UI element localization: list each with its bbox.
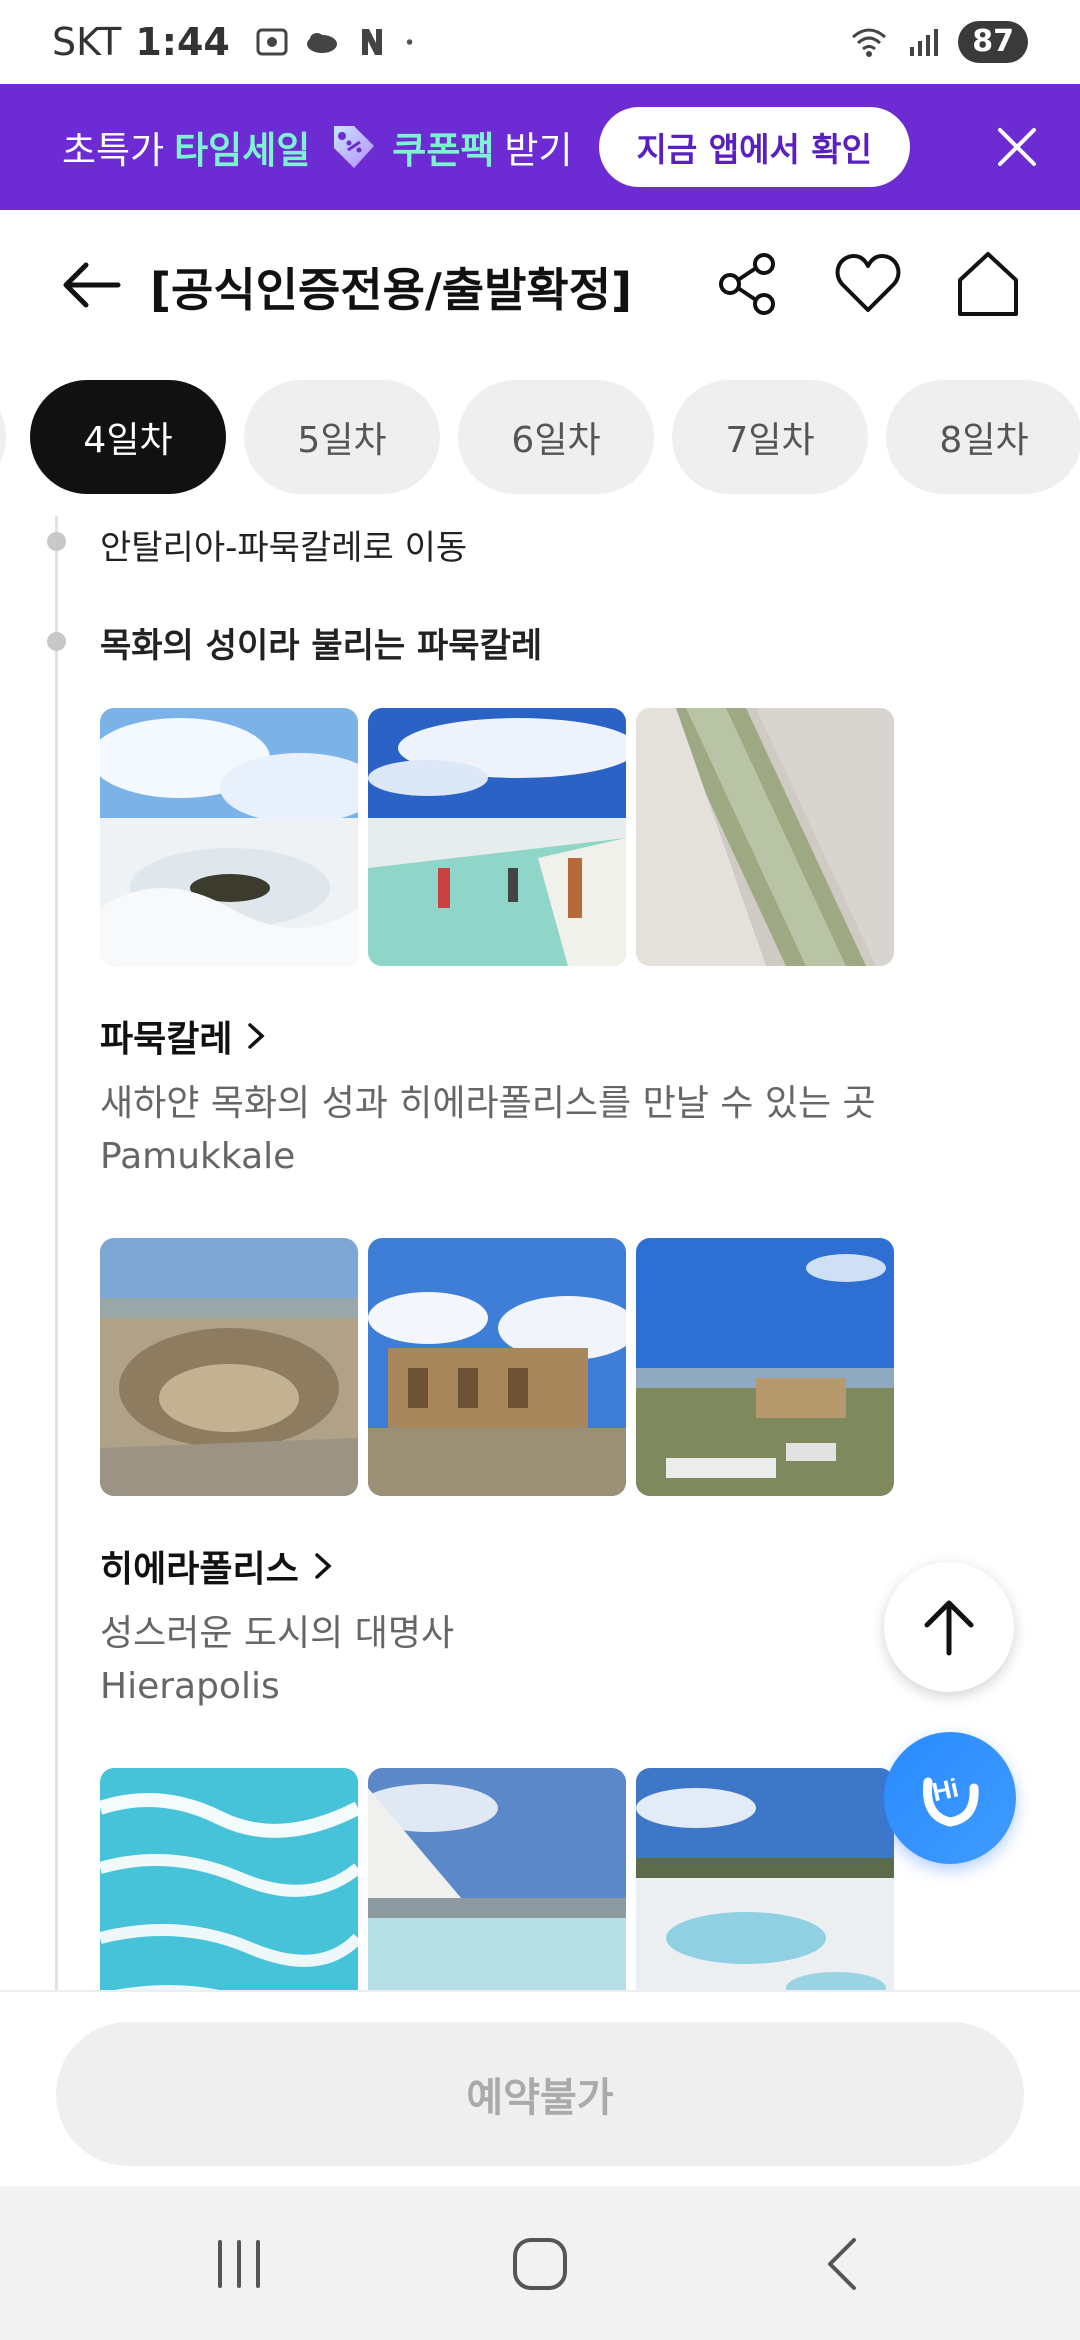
status-notification-icons (254, 25, 424, 59)
reserve-button[interactable]: 예약불가 (56, 2022, 1024, 2166)
arrow-up-icon (924, 1600, 974, 1656)
tab-day-8[interactable]: 8일차 (886, 380, 1080, 494)
chevron-right-icon (248, 1023, 266, 1049)
tab-day-6[interactable]: 6일차 (458, 380, 654, 494)
place-description: 새하얀 목화의 성과 히에라폴리스를 만날 수 있는 곳 (100, 1083, 876, 1124)
promo-text-prefix: 초특가 (62, 129, 165, 172)
home-nav-icon[interactable] (505, 2234, 575, 2294)
heart-icon[interactable] (832, 248, 904, 320)
place-name[interactable]: 파묵칼레 (100, 1010, 876, 1062)
screenshot-icon (256, 28, 288, 56)
timeline-dot (47, 632, 66, 651)
timeline-line (55, 516, 58, 1990)
back-arrow-icon[interactable] (56, 255, 126, 315)
photo-gallery[interactable] (100, 1768, 894, 1990)
hi-label: Hi (929, 1772, 961, 1807)
system-navigation-bar (0, 2186, 1080, 2340)
photo-thumbnail[interactable] (368, 1768, 626, 1990)
recent-apps-icon[interactable] (204, 2234, 274, 2294)
status-time: 1:44 (135, 20, 230, 64)
photo-thumbnail[interactable] (636, 1238, 894, 1496)
photo-gallery[interactable] (100, 1238, 894, 1496)
signal-icon (910, 29, 939, 56)
promo-banner[interactable]: 초특가 타임세일 쿠폰팩 받기 지금 앱에서 확인 (0, 84, 1080, 210)
tab-day-7[interactable]: 7일차 (672, 380, 868, 494)
photo-thumbnail[interactable] (100, 1768, 358, 1990)
photo-thumbnail[interactable] (636, 1768, 894, 1990)
tab-day-4[interactable]: 4일차 (30, 380, 226, 494)
share-icon[interactable] (712, 248, 784, 320)
status-bar: SKT 1:44 87 (0, 0, 1080, 84)
wifi-icon (852, 28, 887, 57)
battery-icon: 87 (958, 21, 1028, 63)
carrier-label: SKT (52, 20, 122, 64)
promo-timesale-label: 타임세일 (174, 129, 311, 172)
bottom-action-bar: 예약불가 (0, 1990, 1080, 2186)
open-app-button[interactable]: 지금 앱에서 확인 (598, 107, 911, 187)
place-name[interactable]: 히에라폴리스 (100, 1540, 454, 1592)
notification-dot-icon (406, 39, 413, 45)
place-name-label: 파묵칼레 (100, 1019, 233, 1060)
timeline-step: 안탈리아-파묵칼레로 이동 (100, 528, 468, 568)
photo-thumbnail[interactable] (100, 1238, 358, 1496)
place-card-hierapolis[interactable]: 히에라폴리스 성스러운 도시의 대명사 Hierapolis (100, 1540, 454, 1707)
place-name-label: 히에라폴리스 (100, 1549, 299, 1590)
tab-day-3[interactable] (0, 380, 6, 494)
place-english-name: Hierapolis (100, 1666, 280, 1707)
coupon-tag-icon (334, 126, 375, 168)
cloud-icon (306, 33, 337, 53)
place-card-pamukkale[interactable]: 파묵칼레 새하얀 목화의 성과 히에라폴리스를 만날 수 있는 곳 Pamukk… (100, 1010, 876, 1177)
photo-thumbnail[interactable] (636, 708, 894, 966)
photo-thumbnail[interactable] (100, 708, 358, 966)
chevron-right-icon (314, 1553, 332, 1579)
timeline-step-title: 목화의 성이라 불리는 파묵칼레 (100, 626, 543, 666)
promo-couponpack-label: 쿠폰팩 (392, 129, 495, 172)
promo-text-suffix: 받기 (504, 129, 573, 172)
promo-text: 초특가 타임세일 쿠폰팩 받기 (62, 116, 573, 178)
day-tabs: 4일차 5일차 6일차 7일차 8일차 (0, 380, 1080, 496)
photo-thumbnail[interactable] (368, 708, 626, 966)
tab-day-5[interactable]: 5일차 (244, 380, 440, 494)
place-description: 성스러운 도시의 대명사 (100, 1613, 455, 1654)
home-icon[interactable] (952, 248, 1024, 320)
photo-thumbnail[interactable] (368, 1238, 626, 1496)
hi-chat-icon: Hi (922, 1772, 979, 1827)
timeline-dot (47, 532, 66, 551)
page-title: [공식인증전용/출발확정] (150, 263, 633, 317)
chatbot-hi-button[interactable]: Hi (884, 1732, 1016, 1864)
page-header: [공식인증전용/출발확정] (0, 210, 1080, 360)
close-icon[interactable] (984, 114, 1050, 180)
naver-n-icon (361, 29, 382, 55)
back-nav-icon[interactable] (808, 2234, 878, 2294)
place-english-name: Pamukkale (100, 1136, 296, 1177)
scroll-to-top-button[interactable] (884, 1562, 1014, 1692)
photo-gallery[interactable] (100, 708, 894, 966)
